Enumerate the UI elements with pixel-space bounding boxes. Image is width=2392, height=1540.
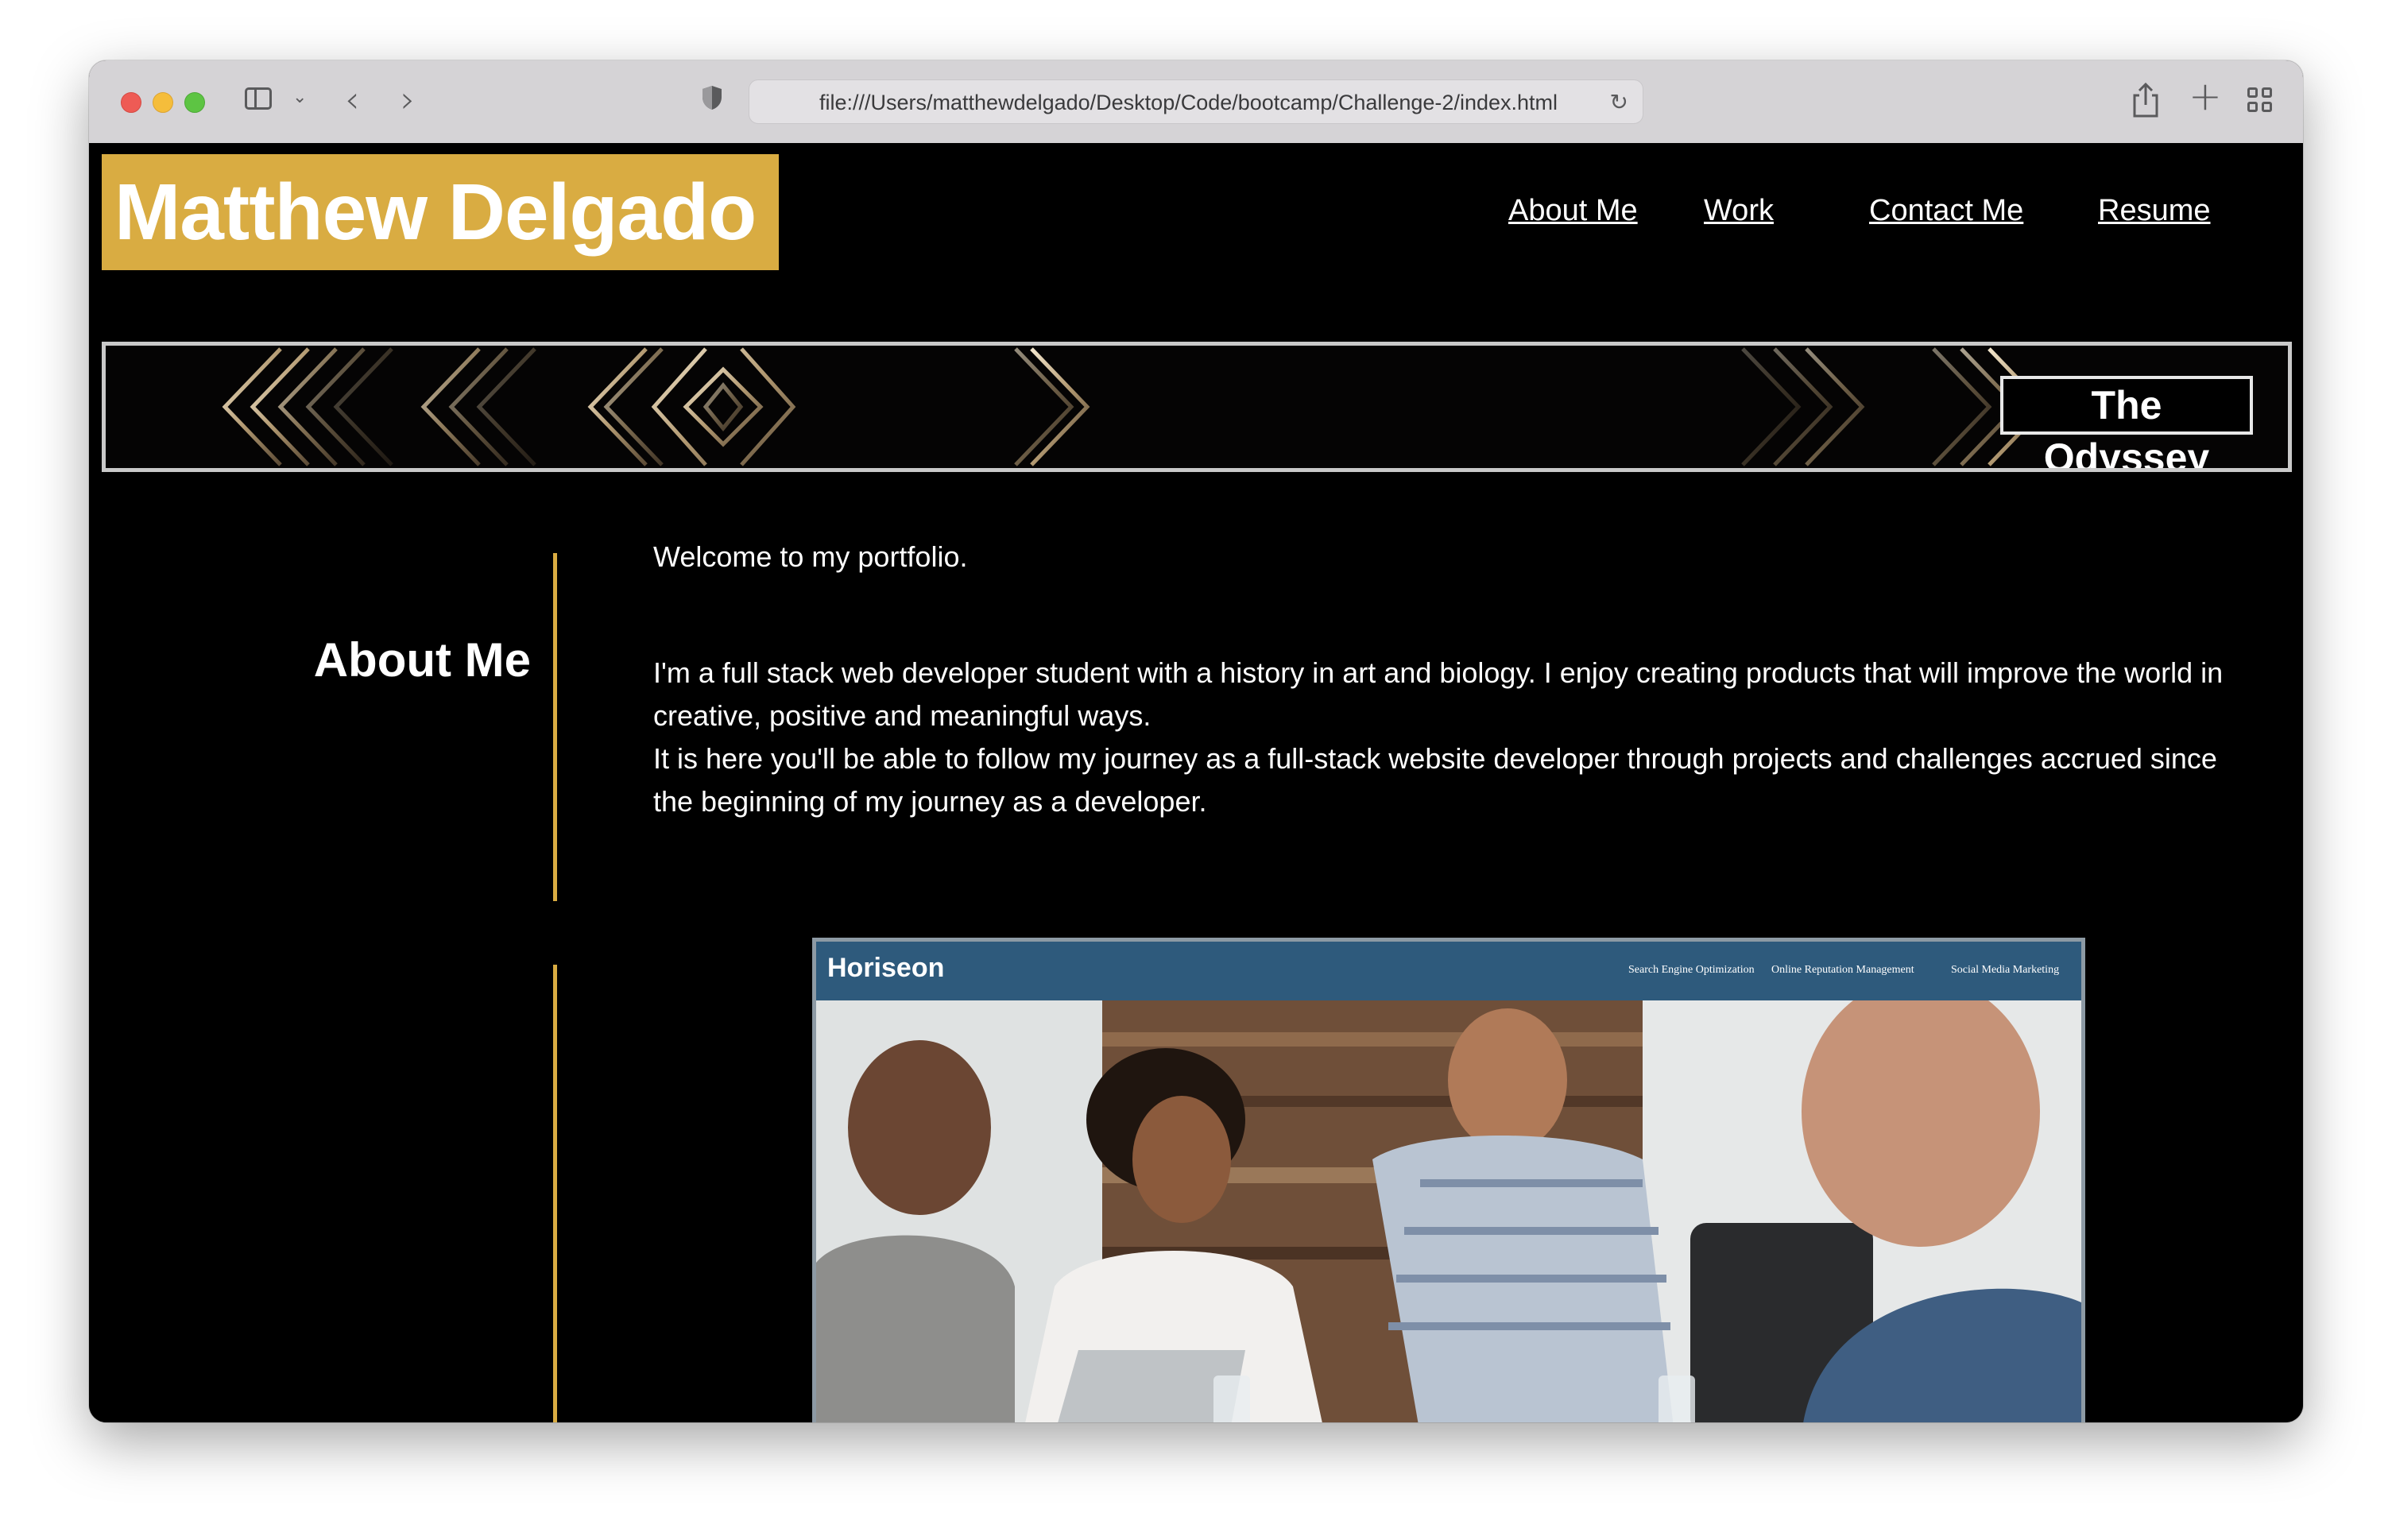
close-window-button[interactable] — [121, 92, 141, 113]
nav-about-me[interactable]: About Me — [1508, 194, 1638, 228]
sidebar-toggle-icon[interactable] — [245, 87, 272, 110]
browser-toolbar: ⌄ ‹ › file:///Users/matthewdelgado/Deskt… — [89, 60, 2303, 144]
site-logo: Matthew Delgado — [102, 154, 779, 270]
url-text[interactable]: file:///Users/matthewdelgado/Desktop/Cod… — [819, 91, 1558, 115]
web-page: Matthew Delgado About Me Work Contact Me… — [89, 143, 2303, 1422]
reload-icon[interactable]: ↻ — [1610, 89, 1628, 115]
about-paragraph-2: It is here you'll be able to follow my j… — [653, 742, 2217, 818]
about-text: I'm a full stack web developer student w… — [653, 652, 2251, 823]
tab-overview-icon[interactable] — [2247, 87, 2274, 114]
project-logo: Horiseon — [827, 953, 945, 983]
nav-contact-me[interactable]: Contact Me — [1869, 194, 2023, 228]
about-heading: About Me — [313, 633, 531, 687]
meeting-photo — [816, 1000, 2081, 1422]
project-nav-item: Social Media Marketing — [1951, 964, 2060, 976]
back-arrow-icon[interactable]: ‹ — [345, 78, 359, 121]
hero-title: The Odyssey — [2000, 376, 2253, 468]
project-screenshot[interactable]: Horiseon Search Engine Optimization Onli… — [812, 938, 2085, 1422]
hero-banner: The Odyssey — [102, 342, 2292, 472]
work-divider — [553, 965, 557, 1422]
welcome-text: Welcome to my portfolio. — [653, 540, 968, 573]
forward-arrow-icon[interactable]: › — [401, 78, 415, 121]
project-nav-item: Online Reputation Management — [1771, 964, 1914, 976]
art-deco-chevron-pattern — [222, 347, 2048, 466]
nav-work[interactable]: Work — [1704, 194, 1774, 228]
new-tab-plus-icon[interactable]: + — [2189, 73, 2222, 119]
browser-window: ⌄ ‹ › file:///Users/matthewdelgado/Deskt… — [89, 60, 2303, 1422]
chevron-down-icon[interactable]: ⌄ — [292, 87, 307, 107]
share-icon[interactable] — [2130, 81, 2162, 119]
nav-resume[interactable]: Resume — [2098, 194, 2211, 228]
minimize-window-button[interactable] — [153, 92, 173, 113]
address-bar[interactable]: file:///Users/matthewdelgado/Desktop/Cod… — [749, 79, 1643, 124]
zoom-window-button[interactable] — [184, 92, 205, 113]
shield-icon[interactable] — [701, 84, 723, 111]
project-nav-item: Search Engine Optimization — [1628, 964, 1755, 976]
about-divider — [553, 553, 557, 901]
about-paragraph-1: I'm a full stack web developer student w… — [653, 656, 2224, 732]
project-header: Horiseon Search Engine Optimization Onli… — [816, 942, 2081, 1000]
